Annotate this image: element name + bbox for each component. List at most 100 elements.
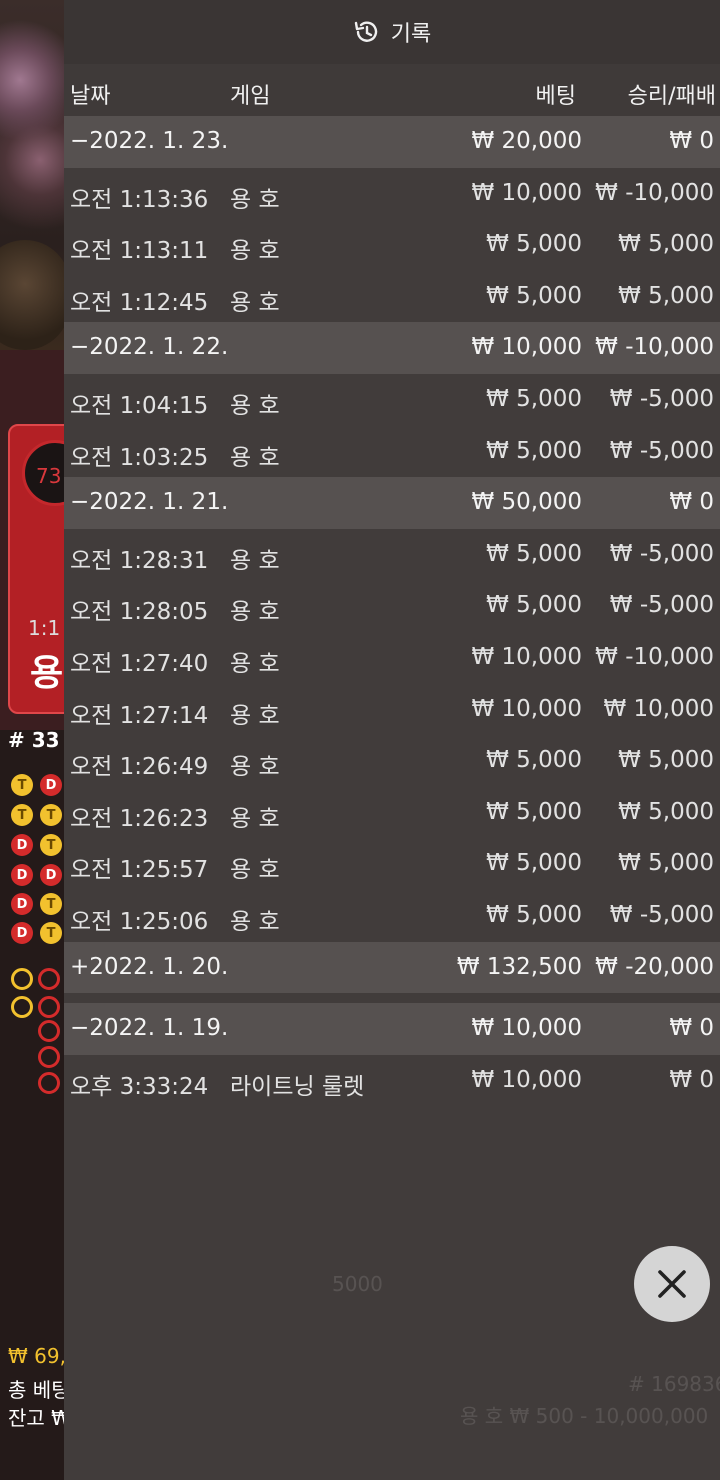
history-row[interactable]: 오전 1:13:11 용 호 ₩ 5,000 ₩ 5,000 [64,219,720,271]
row-time: 오전 1:25:06 [70,908,209,935]
row-time: 오전 1:28:05 [70,599,209,626]
row-time: 오전 1:03:25 [70,444,209,471]
history-row[interactable]: 오전 1:13:36 용 호 ₩ 10,000 ₩ -10,000 [64,168,720,220]
history-row[interactable]: 오전 1:28:31 용 호 ₩ 5,000 ₩ -5,000 [64,529,720,581]
total-bet: 총 베팅금 ₩ 0 [8,1378,64,1402]
group-date: +2022. 1. 20. [70,953,229,980]
history-clock-icon [354,21,377,42]
table-bowl [0,240,64,350]
row-bet: ₩ 5,000 [486,437,582,464]
row-bet: ₩ 5,000 [486,385,582,412]
row-game: 용 호 [230,754,280,781]
row-bet: ₩ 5,000 [486,231,582,258]
group-date: −2022. 1. 23. [70,128,229,154]
history-list: −2022. 1. 23. ₩ 20,000 ₩ 0 오전 1:13:36 용 호 ₩ 1… [64,116,720,1106]
row-result: ₩ 10,000 [603,695,714,722]
history-row[interactable]: 오전 1:25:06 용 호 ₩ 5,000 ₩ -5,000 [64,890,720,942]
dragon-label: 용 [30,653,64,694]
col-bet: 베팅 [535,84,576,109]
row-time: 오전 1:27:14 [70,702,209,729]
row-time: 오전 1:25:57 [70,857,209,884]
date-group-row[interactable]: −2022. 1. 22. ₩ 10,000 ₩ -10,000 [64,322,720,374]
row-time: 오전 1:13:11 [70,238,209,265]
row-game: 용 호 [230,908,280,935]
history-row[interactable]: 오전 1:28:05 용 호 ₩ 5,000 ₩ -5,000 [64,580,720,632]
row-result: ₩ 5,000 [618,282,714,309]
bead-tie: T [40,922,62,944]
row-time: 오후 3:33:24 [70,1073,209,1100]
group-bet-total: ₩ 10,000 [471,334,582,361]
bead-dragon: D [40,774,62,796]
row-game: 용 호 [230,547,280,574]
date-group-row[interactable]: +2022. 1. 20. ₩ 132,500 ₩ -20,000 [64,941,720,994]
col-game: 게임 [230,84,271,109]
row-game: 용 호 [230,702,280,729]
date-group-row[interactable]: −2022. 1. 23. ₩ 20,000 ₩ 0 [64,116,720,168]
group-bet-total: ₩ 10,000 [471,1015,582,1042]
history-row[interactable]: 오전 1:27:40 용 호 ₩ 10,000 ₩ -10,000 [64,632,720,684]
bead-tie: T [40,834,62,856]
row-game: 용 호 [230,289,280,316]
history-row[interactable]: 오전 1:25:57 용 호 ₩ 5,000 ₩ 5,000 [64,838,720,890]
row-bet: ₩ 5,000 [486,282,582,309]
road-ring-red [38,1020,60,1042]
history-row[interactable]: 오전 1:04:15 용 호 ₩ 5,000 ₩ -5,000 [64,374,720,426]
bead-dragon: D [11,922,33,944]
row-bet: ₩ 5,000 [486,540,582,567]
history-row[interactable]: 오전 1:26:49 용 호 ₩ 5,000 ₩ 5,000 [64,735,720,787]
row-bet: ₩ 10,000 [471,1066,582,1093]
history-row[interactable]: 오전 1:26:23 용 호 ₩ 5,000 ₩ 5,000 [64,787,720,839]
row-game: 용 호 [230,857,280,884]
row-result: ₩ -5,000 [609,592,714,619]
close-button[interactable] [634,1246,710,1322]
date-group-row[interactable]: −2022. 1. 21. ₩ 50,000 ₩ 0 [64,477,720,529]
row-game: 용 호 [230,650,280,677]
bead-dragon: D [40,864,62,886]
row-game: 용 호 [230,599,280,626]
history-row[interactable]: 오전 1:12:45 용 호 ₩ 5,000 ₩ 5,000 [64,271,720,323]
row-bet: ₩ 5,000 [486,592,582,619]
row-time: 오전 1:04:15 [70,392,209,419]
background-game-area: 73 1:1 용 # 33 T D T T D T D D D T D T ₩ … [0,0,64,1480]
faint-chip-value: 5000 [332,1272,383,1296]
bead-dragon: D [11,864,33,886]
row-bet: ₩ 10,000 [471,695,582,722]
road-ring-red [38,1072,60,1094]
group-result-total: ₩ 0 [669,128,714,154]
row-time: 오전 1:27:40 [70,650,209,677]
group-date: −2022. 1. 22. [70,334,229,361]
row-result: ₩ -5,000 [609,540,714,567]
road-ring-red [38,968,60,990]
group-bet-total: ₩ 50,000 [471,489,582,516]
faint-bet-limits: 용 호 ₩ 500 - 10,000,000 [460,1404,709,1428]
row-game: 용 호 [230,238,280,265]
row-result: ₩ 5,000 [618,747,714,774]
history-row[interactable]: 오전 1:27:14 용 호 ₩ 10,000 ₩ 10,000 [64,684,720,736]
date-group-row[interactable]: −2022. 1. 19. ₩ 10,000 ₩ 0 [64,1003,720,1055]
bead-tie: T [40,893,62,915]
group-bet-total: ₩ 20,000 [471,128,582,154]
faint-id: # 169836 [628,1372,720,1396]
balance-mpmi: ₩ 69,520 Mpmi [8,1344,64,1368]
history-panel: 5000 # 169836 용 호 ₩ 500 - 10,000,000 기록 … [64,0,720,1480]
row-time: 오전 1:13:36 [70,186,209,213]
row-result: ₩ -10,000 [595,643,714,670]
group-date: −2022. 1. 19. [70,1015,229,1042]
row-result: ₩ 5,000 [618,231,714,258]
bead-tie: T [11,774,33,796]
road-ring-red [38,1046,60,1068]
close-icon [658,1270,686,1298]
row-bet: ₩ 5,000 [486,747,582,774]
round-number: # 33 [8,728,60,752]
history-row[interactable]: 오후 3:33:24 라이트닝 룰렛 ₩ 10,000 ₩ 0 [64,1055,720,1107]
bead-tie: T [40,804,62,826]
column-headers: 날짜 게임 베팅 승리/패배 [64,64,720,116]
row-bet: ₩ 10,000 [471,179,582,206]
history-row[interactable]: 오전 1:03:25 용 호 ₩ 5,000 ₩ -5,000 [64,426,720,478]
road-ring-red [38,996,60,1018]
row-result: ₩ 5,000 [618,850,714,877]
row-bet: ₩ 5,000 [486,901,582,928]
group-result-total: ₩ 0 [669,1015,714,1042]
row-game: 용 호 [230,186,280,213]
row-game: 용 호 [230,805,280,832]
